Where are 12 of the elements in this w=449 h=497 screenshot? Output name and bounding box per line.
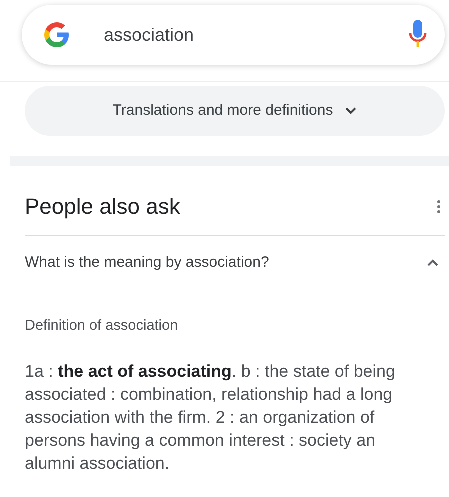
search-text: association	[104, 24, 196, 46]
chevron-down-icon	[345, 107, 358, 115]
definition-text: 1a : the act of associating. b : the state of being associated : combination, relationship had a long association with the firm. 2 : an organization of persons having a common interest : society an alumni association.	[25, 360, 396, 475]
section-title: People also ask	[25, 193, 180, 221]
microphone-icon[interactable]	[409, 20, 427, 50]
search-field[interactable]: association	[22, 5, 445, 65]
google-logo-icon	[42, 20, 72, 50]
question-text: What is the meaning by association?	[25, 252, 270, 273]
question-row[interactable]: What is the meaning by association?	[25, 236, 445, 290]
answer-heading: Definition of association	[25, 317, 180, 336]
more-options-icon[interactable]	[437, 200, 441, 214]
translations-button[interactable]: Translations and more definitions	[25, 86, 445, 136]
